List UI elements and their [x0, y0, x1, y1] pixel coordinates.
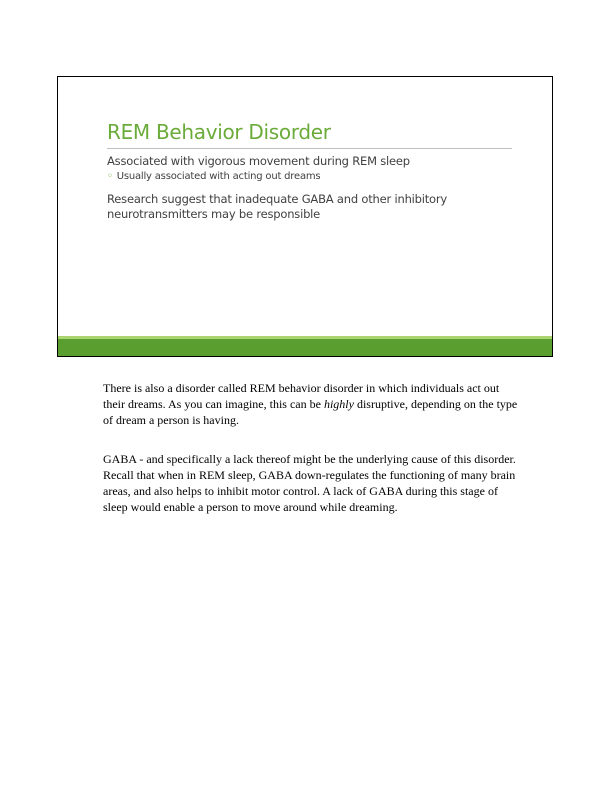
notes-paragraph-1: There is also a disorder called REM beha… — [103, 380, 523, 428]
slide-sub-bullet-text: Usually associated with acting out dream… — [116, 171, 321, 182]
title-divider — [107, 148, 512, 149]
slide-sub-bullet: ◦ Usually associated with acting out drea… — [107, 171, 321, 182]
slide-bullet-1: Associated with vigorous movement during… — [107, 154, 410, 168]
slide-image: REM Behavior Disorder Associated with vi… — [57, 76, 553, 357]
slide-title: REM Behavior Disorder — [107, 120, 331, 144]
notes-p1-emphasis: highly — [323, 397, 354, 411]
slide-bullet-2: Research suggest that inadequate GABA an… — [107, 192, 448, 221]
notes-paragraph-2: GABA - and specifically a lack thereof m… — [103, 452, 516, 514]
footer-bar — [58, 339, 552, 356]
bullet-marker: ◦ — [107, 171, 113, 182]
